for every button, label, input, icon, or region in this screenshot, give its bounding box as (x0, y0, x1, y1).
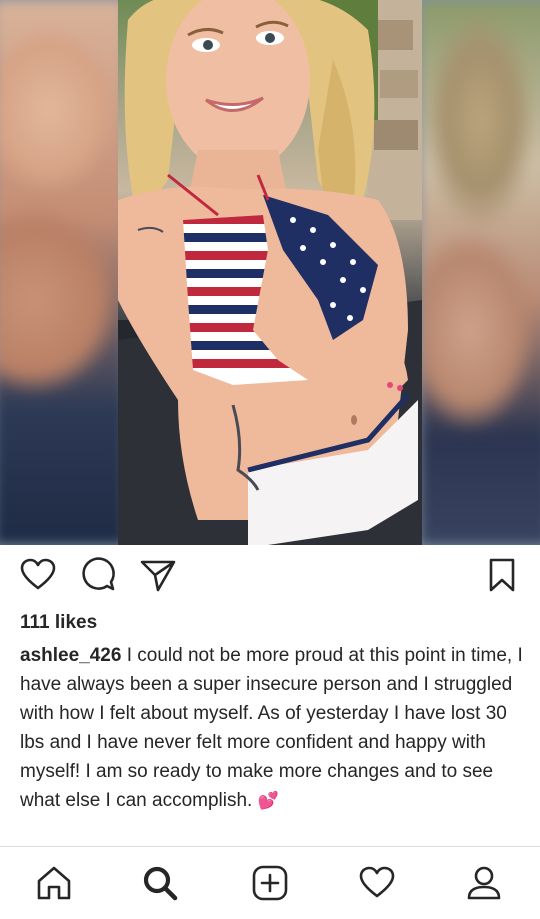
post-photo[interactable] (0, 0, 540, 545)
photo-image (118, 0, 422, 545)
blurred-background-right (420, 0, 540, 545)
profile-icon[interactable] (464, 863, 504, 903)
bookmark-icon[interactable] (482, 555, 522, 595)
caption-text: I could not be more proud at this point … (20, 645, 523, 811)
two-hearts-emoji: 💕 (257, 791, 279, 810)
caption-username[interactable]: ashlee_426 (20, 645, 121, 666)
add-icon[interactable] (250, 863, 290, 903)
blurred-background-left (0, 0, 126, 545)
heart-icon[interactable] (18, 555, 58, 595)
bottom-navigation (0, 846, 540, 919)
activity-heart-icon[interactable] (357, 863, 397, 903)
share-icon[interactable] (138, 555, 178, 595)
home-icon[interactable] (34, 863, 74, 903)
post-actions (0, 555, 540, 601)
search-icon[interactable] (140, 863, 180, 903)
post-caption: ashlee_426 I could not be more proud at … (20, 641, 524, 815)
comment-icon[interactable] (78, 555, 118, 595)
like-count[interactable]: 111 likes (20, 612, 97, 634)
